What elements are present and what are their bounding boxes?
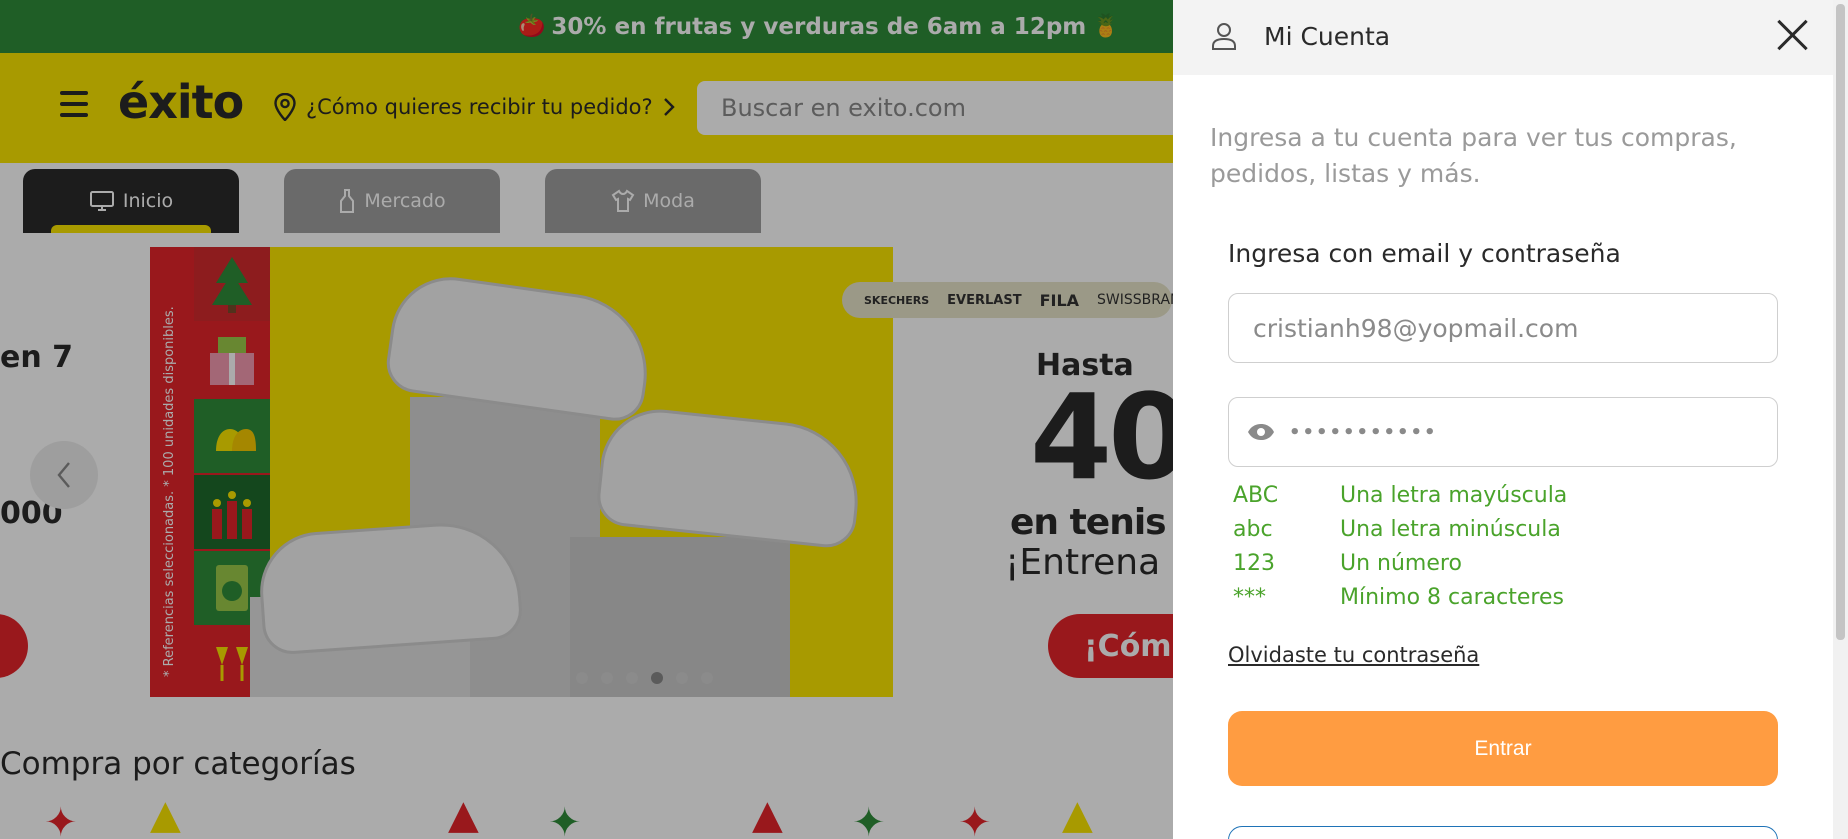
secondary-button[interactable]: [1228, 826, 1778, 839]
password-mask: •••••••••••: [1289, 421, 1438, 443]
login-heading: Ingresa con email y contraseña: [1228, 239, 1621, 268]
password-rules: ABC Una letra mayúscula abc Una letra mi…: [1233, 478, 1567, 614]
password-rule: 123 Un número: [1233, 546, 1567, 580]
password-field[interactable]: •••••••••••: [1228, 397, 1778, 467]
panel-title: Mi Cuenta: [1264, 22, 1391, 51]
rule-code: 123: [1233, 550, 1275, 576]
enter-button[interactable]: Entrar: [1228, 711, 1778, 786]
password-rule: ABC Una letra mayúscula: [1233, 478, 1567, 512]
user-icon: [1212, 23, 1236, 50]
rule-code: ***: [1233, 584, 1266, 610]
rule-code: ABC: [1233, 482, 1279, 508]
panel-intro: Ingresa a tu cuenta para ver tus compras…: [1210, 123, 1737, 188]
scrollbar-thumb[interactable]: [1836, 4, 1845, 640]
email-value: cristianh98@yopmail.com: [1253, 313, 1579, 343]
rule-text: Una letra mayúscula: [1340, 482, 1568, 508]
panel-scrollbar[interactable]: [1833, 0, 1848, 839]
email-field[interactable]: cristianh98@yopmail.com: [1228, 293, 1778, 363]
rule-text: Mínimo 8 caracteres: [1340, 584, 1564, 610]
account-panel: Mi Cuenta Ingresa a tu cuenta para ver t…: [1173, 0, 1833, 839]
rule-text: Un número: [1340, 550, 1462, 576]
password-rule: abc Una letra minúscula: [1233, 512, 1567, 546]
password-rule: *** Mínimo 8 caracteres: [1233, 580, 1567, 614]
panel-header: Mi Cuenta: [1173, 0, 1833, 75]
rule-code: abc: [1233, 516, 1273, 542]
rule-text: Una letra minúscula: [1340, 516, 1561, 542]
eye-icon[interactable]: [1247, 423, 1275, 441]
close-icon[interactable]: [1776, 18, 1810, 52]
forgot-password-link[interactable]: Olvidaste tu contraseña: [1228, 643, 1479, 667]
